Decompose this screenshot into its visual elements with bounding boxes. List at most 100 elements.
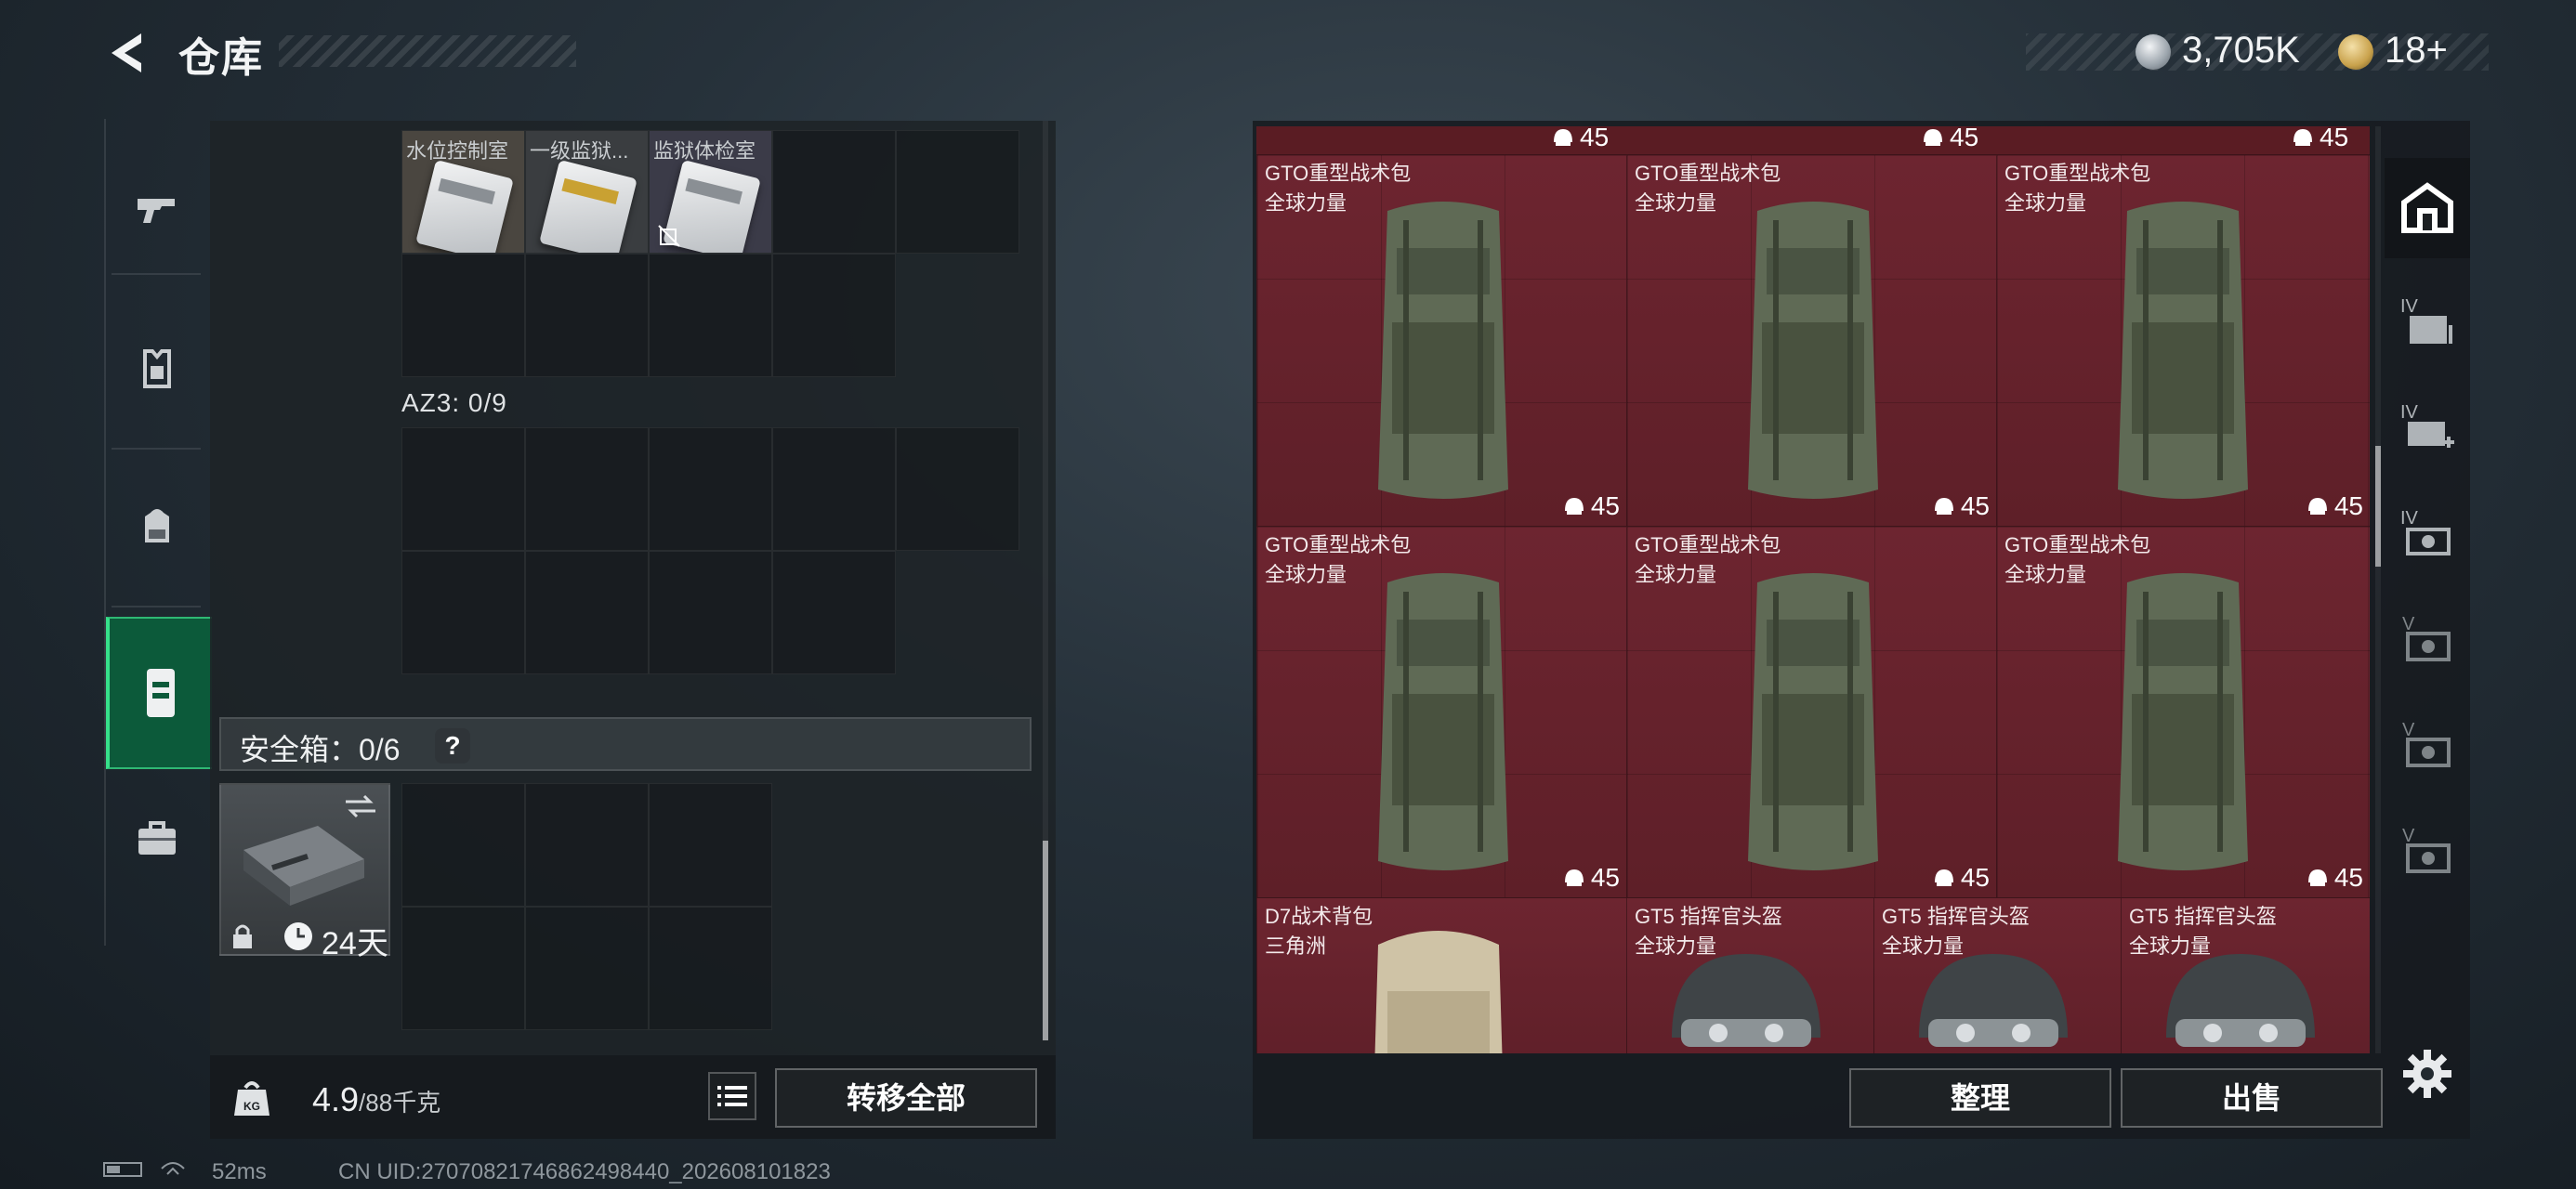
keycard-item[interactable]: 水位控制室 (402, 131, 524, 253)
stash-item-backpack[interactable]: GTO重型战术包 全球力量 45 (1996, 154, 2370, 528)
helmet-small-icon (1564, 498, 1584, 515)
vault-icon: V (2402, 826, 2451, 873)
tab-stash-v-3[interactable]: V (2385, 801, 2470, 901)
helmet-small-icon (1554, 129, 1572, 146)
nav-backpack[interactable] (106, 476, 208, 578)
grid-cell[interactable] (649, 783, 772, 907)
keycard-icon (415, 159, 514, 253)
weight-value: 4.9 (312, 1080, 360, 1118)
helmet-small-icon (1564, 869, 1584, 886)
tan-backpack-icon (1374, 931, 1503, 1053)
gold-currency-value[interactable]: 18+ (2385, 30, 2448, 72)
nav-armor[interactable] (106, 318, 208, 420)
grid-cell[interactable] (401, 783, 525, 907)
keycard-item[interactable]: 监狱体检室 (650, 131, 771, 253)
tab-stash-v-2[interactable]: V (2385, 695, 2470, 795)
heavy-backpack-icon (2118, 202, 2248, 499)
helmet-small-icon (2307, 869, 2327, 886)
grid-cell[interactable] (401, 551, 525, 674)
sell-button[interactable]: 出售 (2121, 1068, 2383, 1128)
grid-cell[interactable] (525, 254, 649, 377)
grid-cell[interactable] (772, 130, 896, 254)
item-name: GT5 指挥官头盔 (2129, 905, 2277, 928)
nav-weapon[interactable] (106, 158, 208, 260)
stash-item-backpack[interactable]: GTO重型战术包 全球力量 45 (1256, 526, 1628, 899)
tab-stash-iv-2[interactable]: IV (2385, 377, 2470, 477)
title-decoration (279, 35, 576, 67)
az3-grid (401, 427, 1019, 674)
helmet-small-icon (2293, 129, 2312, 146)
grid-cell[interactable] (772, 427, 896, 551)
item-faction: 全球力量 (1882, 934, 1965, 958)
grid-cell[interactable] (525, 551, 649, 674)
stash-scrollbar[interactable] (2375, 126, 2381, 1053)
item-count: 45 (1933, 491, 1990, 521)
grid-cell[interactable] (649, 427, 772, 551)
list-view-button[interactable] (708, 1072, 756, 1120)
stash-item-backpack[interactable]: GTO重型战术包 全球力量 45 (1256, 154, 1628, 528)
item-count: 45 (2307, 863, 2363, 893)
safe-case-timer: 24天 (322, 926, 388, 961)
settings-gear-icon[interactable] (2401, 1048, 2453, 1100)
clock-icon (284, 922, 312, 950)
tab-main-stash[interactable] (2385, 158, 2470, 258)
tab-stash-iv-1[interactable]: IV (2385, 271, 2470, 372)
item-faction: 全球力量 (1635, 934, 1717, 958)
tab-stash-iv-3[interactable]: IV (2385, 483, 2470, 583)
main-stash-icon (2401, 182, 2453, 233)
swap-icon[interactable] (342, 792, 379, 820)
rig-icon (147, 669, 175, 717)
grid-cell[interactable] (401, 427, 525, 551)
left-category-nav (104, 119, 212, 946)
transfer-all-button[interactable]: 转移全部 (775, 1068, 1037, 1128)
heavy-backpack-icon (1378, 202, 1508, 499)
helmet-small-icon (1924, 129, 1942, 146)
backpack-icon (145, 509, 169, 542)
grid-cell[interactable] (772, 254, 896, 377)
grid-cell[interactable] (401, 907, 525, 1030)
sort-button[interactable]: 整理 (1849, 1068, 2111, 1128)
stash-item-helmet[interactable]: GT5 指挥官头盔 全球力量 (2121, 897, 2370, 1053)
tab-stash-v-1[interactable]: V (2385, 589, 2470, 689)
camera-icon: IV (2400, 508, 2451, 555)
header-bar: 仓库 3,705K 18+ (0, 0, 2576, 111)
container-scrollbar-thumb[interactable] (1043, 841, 1048, 1040)
grid-cell[interactable] (896, 427, 1019, 551)
grid-cell[interactable] (772, 551, 896, 674)
grid-cell[interactable] (525, 907, 649, 1030)
stash-item-backpack[interactable]: GTO重型战术包 全球力量 45 (1626, 526, 1998, 899)
item-faction: 全球力量 (2004, 191, 2087, 215)
grid-cell[interactable] (401, 254, 525, 377)
help-button[interactable]: ? (435, 728, 470, 764)
stash-item-backpack[interactable]: D7战术背包 三角洲 (1256, 897, 1628, 1053)
safe-box-label: 安全箱：0/6 (240, 733, 401, 766)
back-arrow-icon[interactable] (102, 28, 152, 78)
item-name: GT5 指挥官头盔 (1635, 905, 1782, 928)
stash-item-helmet[interactable]: GT5 指挥官头盔 全球力量 (1626, 897, 1875, 1053)
item-name: D7战术背包 (1265, 905, 1373, 928)
grid-cell[interactable] (525, 427, 649, 551)
tier-label: IV (2400, 402, 2419, 423)
item-count: 45 (1933, 863, 1990, 893)
stash-scrollbar-thumb[interactable] (2375, 446, 2381, 567)
keycard-item[interactable]: 一级监狱... (526, 131, 648, 253)
nav-rig[interactable] (106, 617, 212, 769)
item-faction: 全球力量 (1265, 563, 1347, 586)
no-insure-icon (658, 225, 680, 247)
stash-item-backpack[interactable]: GTO重型战术包 全球力量 45 (1996, 526, 2370, 899)
item-faction: 全球力量 (2129, 934, 2212, 958)
stash-item-backpack[interactable]: GTO重型战术包 全球力量 45 (1626, 154, 1998, 528)
grid-cell[interactable] (649, 254, 772, 377)
item-name: GTO重型战术包 (1635, 162, 1781, 185)
grid-cell[interactable] (896, 130, 1019, 254)
ping-readout: 52ms (212, 1159, 267, 1184)
grid-cell[interactable] (649, 551, 772, 674)
heavy-backpack-icon (1378, 573, 1508, 870)
grid-cell[interactable] (649, 907, 772, 1030)
nav-case[interactable] (106, 788, 208, 890)
weight-button[interactable]: KG (214, 1061, 290, 1135)
item-faction: 全球力量 (1265, 191, 1347, 215)
folder-icon: IV (2400, 296, 2452, 344)
grid-cell[interactable] (525, 783, 649, 907)
stash-item-helmet[interactable]: GT5 指挥官头盔 全球力量 (1873, 897, 2123, 1053)
